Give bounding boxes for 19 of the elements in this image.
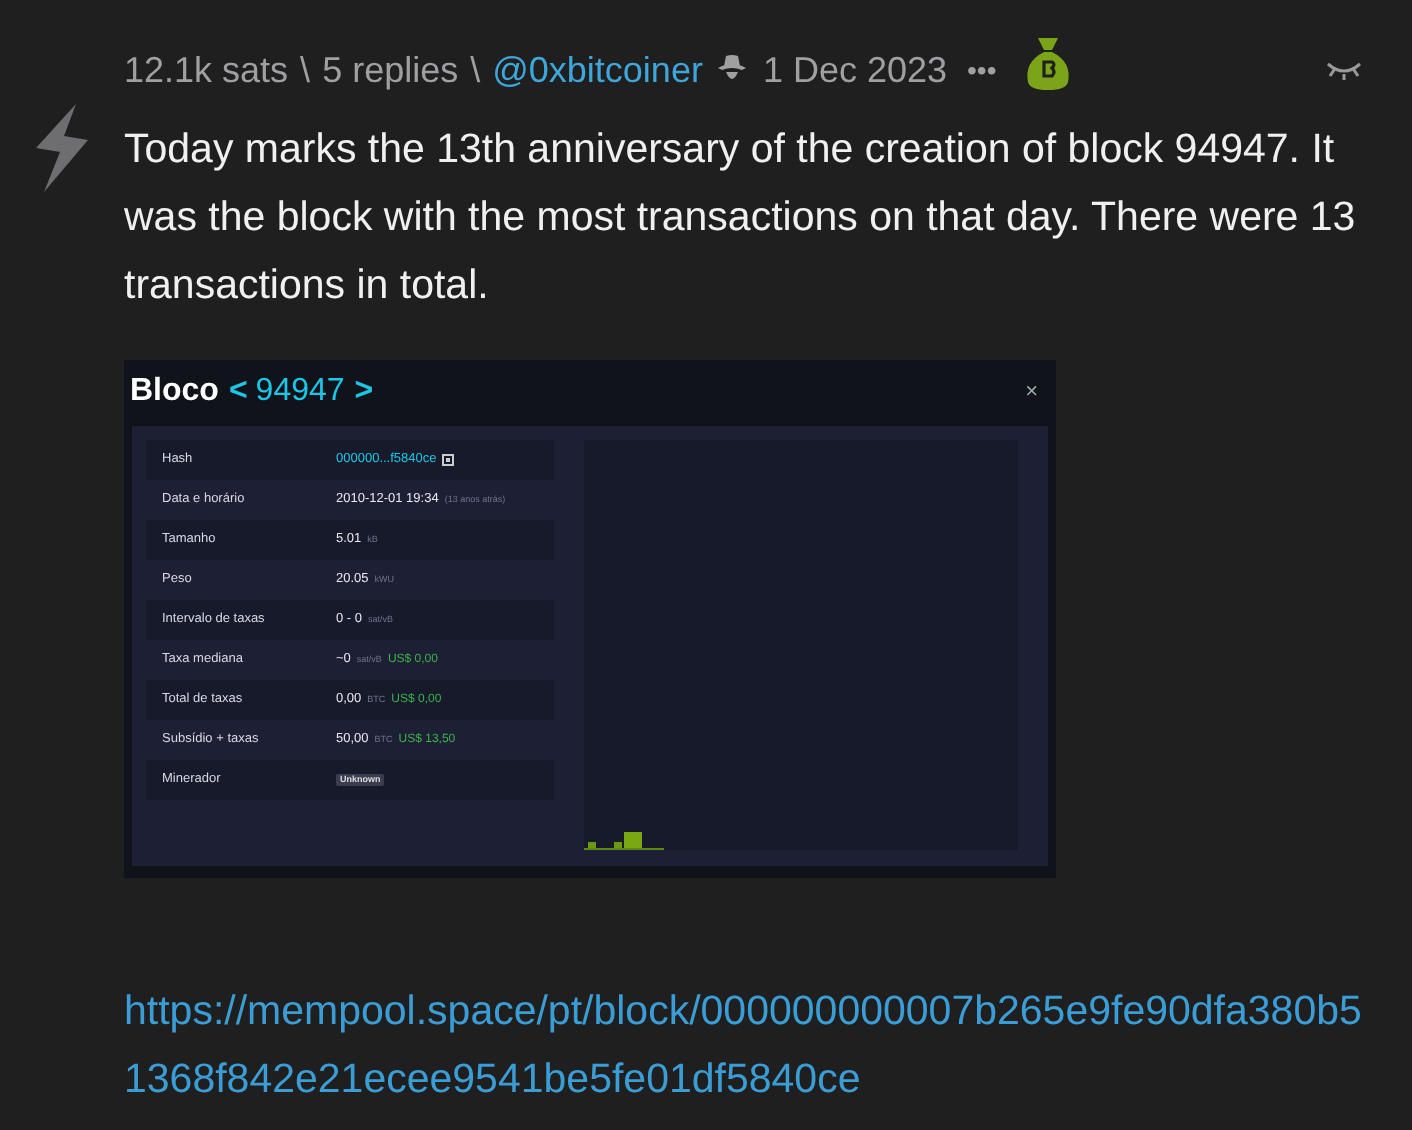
money-bag-icon [1024, 34, 1073, 90]
block-link[interactable]: https://mempool.space/pt/block/000000000007b265e9fe90dfa380b51368f842e21ecee9541be5fe01df5840ce [124, 978, 1364, 1114]
post-date: 1 Dec 2023 [762, 47, 948, 93]
copy-icon[interactable] [442, 454, 455, 466]
block-height: 94947 [255, 372, 345, 412]
author-link[interactable]: @0xbitcoiner [492, 43, 703, 97]
replies-link[interactable]: 5 replies [322, 43, 459, 97]
block-title: Bloco [130, 372, 219, 412]
closed-eye-icon[interactable] [1324, 58, 1364, 82]
transaction-blocks-drawing [584, 830, 664, 850]
sats-count: 12.1k sats [124, 47, 289, 93]
more-button[interactable]: ••• [967, 49, 997, 91]
previous-block-button[interactable]: < [228, 368, 248, 416]
post-text: Today marks the 13th anniversary of the creation of block 94947. It was the block with the most transactions on that day. There were 13 transactions in total. [124, 124, 1358, 312]
separator: \ [470, 47, 481, 93]
separator: \ [300, 47, 311, 93]
close-button[interactable]: × [1025, 375, 1038, 409]
lightning-bolt-icon[interactable] [32, 104, 92, 192]
next-block-button[interactable]: > [354, 368, 374, 416]
